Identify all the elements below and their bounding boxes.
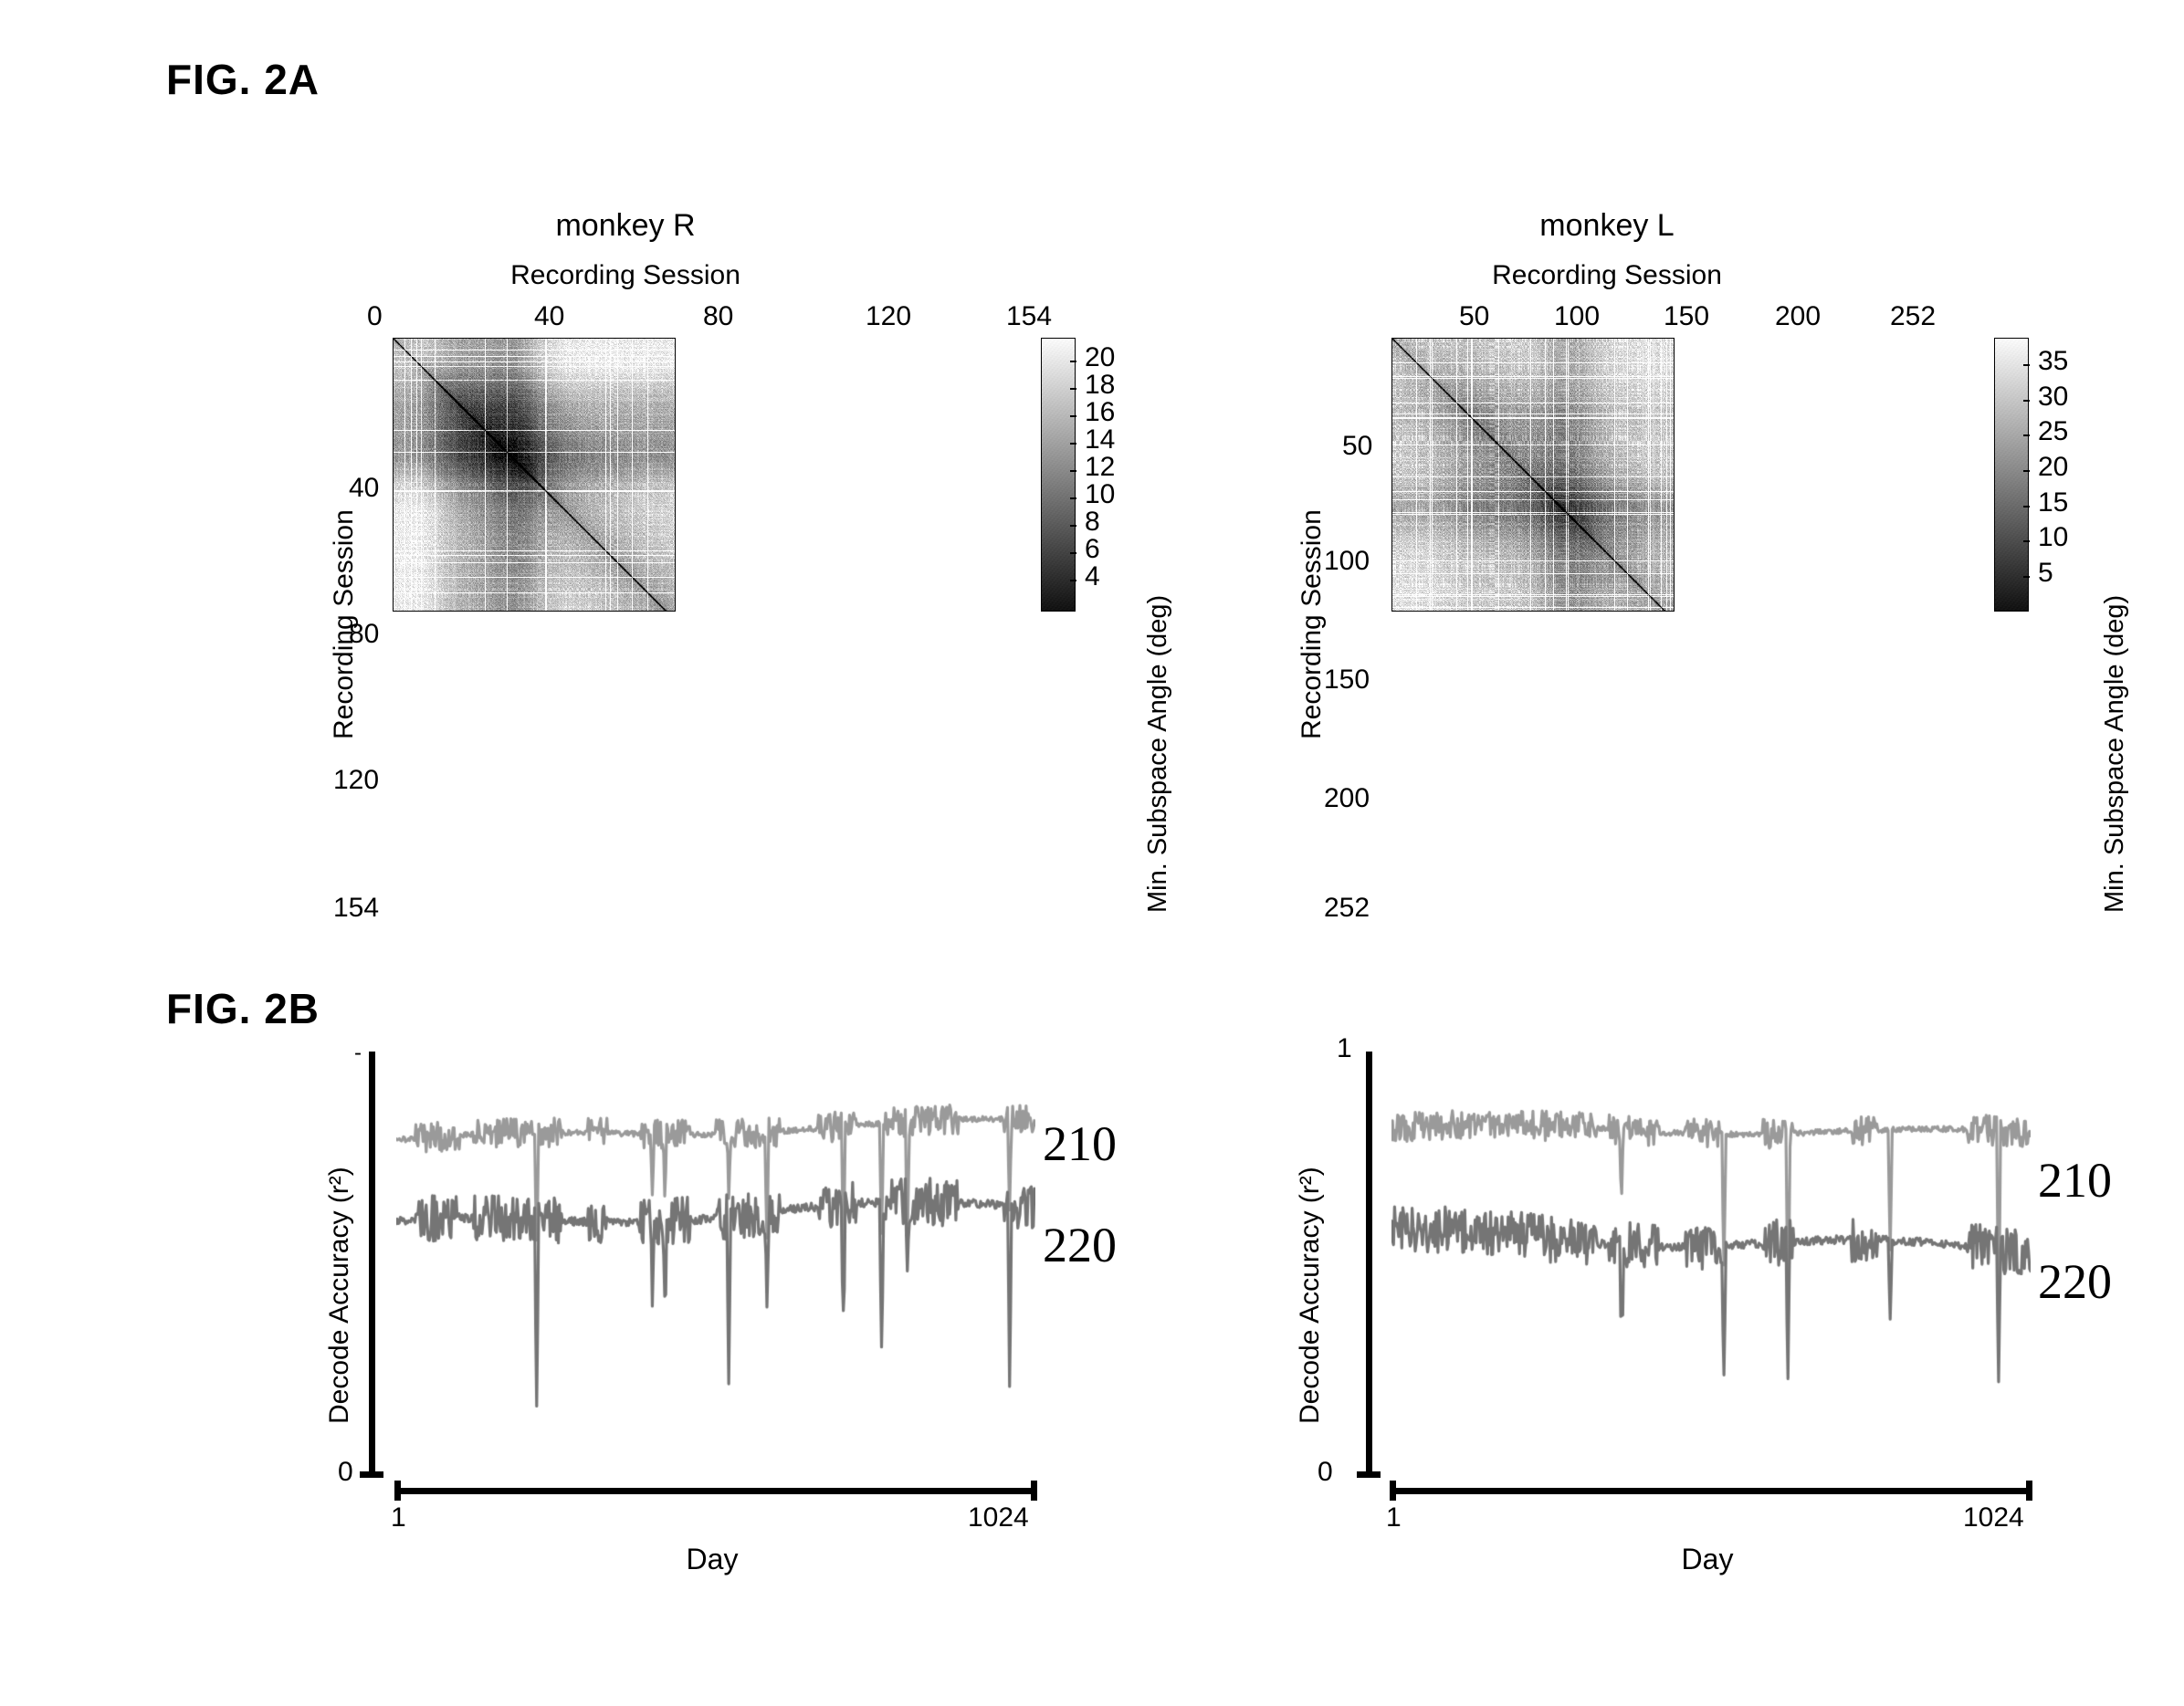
x-axis-label-2b-left: Day [686,1543,739,1575]
colorbar-label-monkey-r: Min. Subspace Angle (deg) [1143,594,1172,913]
colorbar-tick-monkey-r-mark-5 [1070,497,1076,499]
x-tick-4-monkey-l: 252 [1890,301,1937,331]
x-tick-2-monkey-r: 80 [703,301,734,331]
x-tick-end-2b-left: 1024 [968,1502,1029,1533]
callout-220-2b-right: 220 [2038,1254,2112,1309]
colorbar-tick-monkey-r-label-0: 20 [1085,342,1116,372]
colorbar-tick-monkey-l-label-2: 25 [2038,416,2069,447]
colorbar-tick-monkey-r-label-6: 8 [1085,507,1100,537]
x-tick-1-monkey-l: 100 [1554,301,1601,331]
panel-title-monkey-l: monkey L [1539,208,1675,243]
colorbar-tick-monkey-l-label-3: 20 [2038,452,2069,482]
x-tick-0-monkey-r: 0 [367,301,383,331]
callout-210-2b-left: 210 [1043,1116,1117,1171]
y-tick-top-2b-right: 1 [1337,1033,1352,1063]
colorbar-tick-monkey-r-label-7: 6 [1085,534,1100,564]
colorbar-tick-monkey-l-mark-2 [2023,434,2030,437]
x-axis-cap-end-2b-left [1031,1481,1037,1501]
colorbar-tick-monkey-r-mark-7 [1070,552,1076,554]
callout-220-2b-left: 220 [1043,1218,1117,1272]
y-tick-1-monkey-l: 100 [1324,546,1370,576]
y-axis-label-monkey-l: Recording Session [1297,509,1327,739]
y-axis-label-2b-right: Decode Accuracy (r²) [1295,1167,1325,1424]
y-axis-line-2b-left [369,1052,375,1476]
colorbar-tick-monkey-r-label-2: 16 [1085,397,1116,427]
x-axis-line-2b-left [394,1488,1037,1494]
y-tick-3-monkey-r: 154 [333,893,380,923]
colorbar-tick-monkey-l-label-1: 30 [2038,381,2069,412]
x-tick-3-monkey-l: 200 [1775,301,1822,331]
fig-2b-label: FIG. 2B [166,985,320,1032]
y-tick-1-monkey-r: 80 [349,619,380,649]
x-axis-label-2b-right: Day [1681,1543,1734,1575]
colorbar-tick-monkey-r-mark-8 [1070,580,1076,581]
x-axis-cap-start-2b-right [1390,1481,1396,1501]
colorbar-monkey-l [1994,338,2029,612]
x-axis-cap-end-2b-right [2026,1481,2032,1501]
x-tick-start-2b-left: 1 [391,1502,406,1533]
y-axis-line-2b-right [1366,1052,1372,1476]
x-tick-0-monkey-l: 50 [1459,301,1490,331]
y-tick-bottom-2b-left: 0 [338,1457,353,1487]
y-axis-cap-2b-right [1357,1471,1381,1478]
colorbar-label-monkey-l: Min. Subspace Angle (deg) [2100,594,2129,913]
y-tick-4-monkey-l: 252 [1324,893,1370,923]
colorbar-tick-monkey-r-mark-0 [1070,361,1076,362]
colorbar-tick-monkey-r-mark-3 [1070,443,1076,445]
colorbar-tick-monkey-r-mark-6 [1070,525,1076,527]
colorbar-tick-monkey-r-label-8: 4 [1085,561,1100,591]
colorbar-tick-monkey-l-label-6: 5 [2038,557,2053,588]
y-tick-0-monkey-l: 50 [1342,431,1373,461]
colorbar-tick-monkey-l-mark-6 [2023,575,2030,578]
y-tick-bottom-2b-right: 0 [1318,1457,1333,1487]
colorbar-tick-monkey-r-label-1: 18 [1085,370,1116,400]
colorbar-tick-monkey-l-mark-5 [2023,540,2030,543]
colorbar-tick-monkey-l-mark-0 [2023,364,2030,367]
colorbar-tick-monkey-r-label-3: 14 [1085,424,1116,455]
colorbar-tick-monkey-r-label-5: 10 [1085,479,1116,509]
y-axis-cap-2b-left [360,1471,383,1478]
fig-2a-label: FIG. 2A [166,56,320,103]
x-axis-cap-start-2b-left [394,1481,401,1501]
colorbar-tick-monkey-l-mark-4 [2023,505,2030,508]
x-tick-4-monkey-r: 154 [1006,301,1053,331]
x-tick-3-monkey-r: 120 [866,301,912,331]
colorbar-tick-monkey-l-mark-1 [2023,399,2030,402]
x-tick-2-monkey-l: 150 [1664,301,1710,331]
colorbar-tick-monkey-l-label-4: 15 [2038,487,2069,518]
callout-210-2b-right: 210 [2038,1153,2112,1208]
y-tick-3-monkey-l: 200 [1324,783,1370,813]
y-tick-2-monkey-l: 150 [1324,665,1370,695]
y-tick-top-2b-left: - [354,1041,362,1065]
y-tick-2-monkey-r: 120 [333,765,380,795]
colorbar-tick-monkey-r-mark-4 [1070,470,1076,472]
colorbar-monkey-r [1041,338,1076,612]
heatmap-monkey-l [1391,338,1675,612]
x-axis-label-monkey-r: Recording Session [510,260,740,290]
colorbar-tick-monkey-r-mark-2 [1070,415,1076,417]
x-tick-start-2b-right: 1 [1386,1502,1402,1533]
colorbar-tick-monkey-r-mark-1 [1070,388,1076,390]
panel-title-monkey-r: monkey R [555,208,696,243]
y-axis-label-2b-left: Decode Accuracy (r²) [324,1167,354,1424]
colorbar-tick-monkey-l-mark-3 [2023,470,2030,472]
trace-plot-2b-right [1391,1054,2031,1483]
x-axis-label-monkey-l: Recording Session [1492,260,1722,290]
y-tick-0-monkey-r: 40 [349,473,380,503]
x-axis-line-2b-right [1390,1488,2032,1494]
colorbar-tick-monkey-l-label-0: 35 [2038,346,2069,377]
colorbar-tick-monkey-l-label-5: 10 [2038,522,2069,553]
heatmap-monkey-r [393,338,676,612]
x-tick-end-2b-right: 1024 [1963,1502,2024,1533]
colorbar-tick-monkey-r-label-4: 12 [1085,452,1116,482]
trace-plot-2b-left [396,1054,1035,1483]
x-tick-1-monkey-r: 40 [534,301,565,331]
